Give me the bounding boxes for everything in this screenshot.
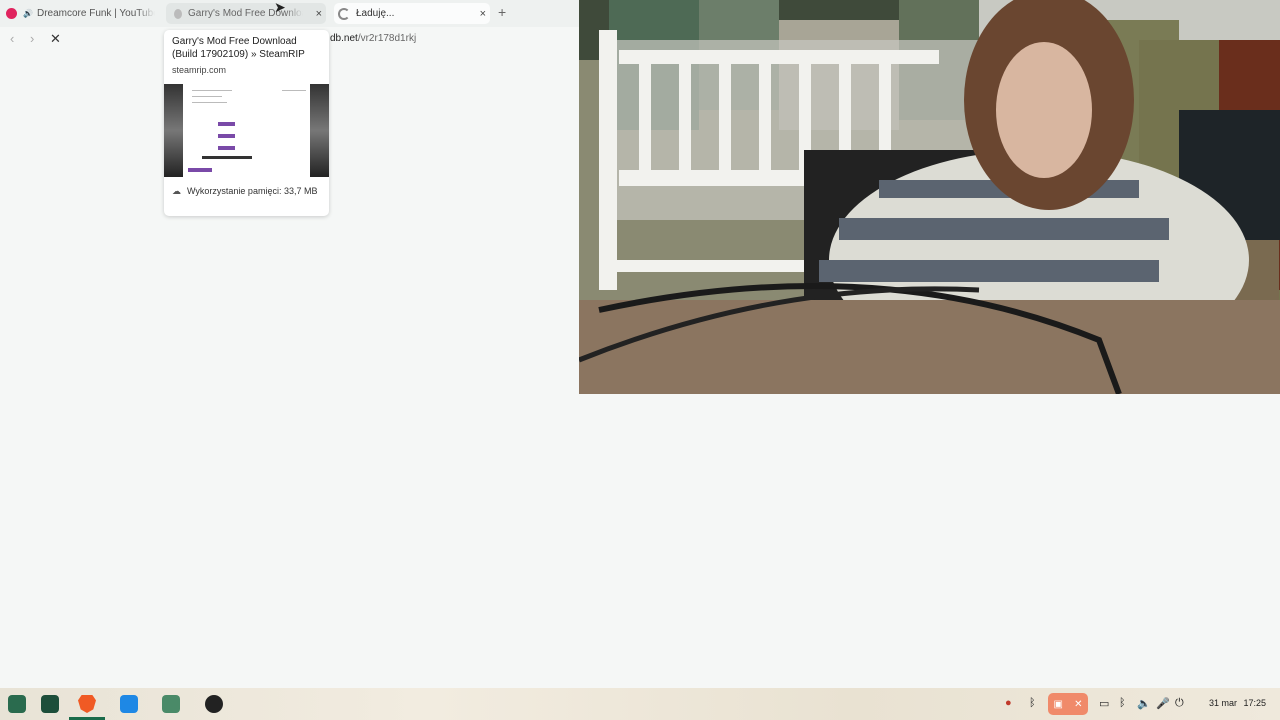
steamrip-icon	[174, 8, 182, 19]
speaker-icon: 🔊	[23, 9, 33, 18]
close-icon[interactable]: ×	[480, 8, 486, 20]
preview-thumbnail	[164, 84, 329, 177]
url-domain: db.net	[330, 33, 358, 44]
webcam-feed-image	[579, 0, 1280, 394]
preview-title: Garry's Mod Free Download (Build 1790210…	[172, 36, 305, 60]
back-icon[interactable]: ‹	[10, 31, 14, 46]
webcam-overlay	[579, 0, 1280, 394]
close-icon[interactable]: ×	[316, 8, 322, 20]
display-tray-icon[interactable]: ▭	[1099, 697, 1109, 710]
microphone-icon[interactable]: 🎤	[1156, 697, 1170, 710]
obs-studio-icon[interactable]	[205, 695, 223, 713]
url-path: /vr2r178d1rkj	[357, 33, 417, 44]
memory-icon: ☁	[172, 186, 181, 196]
volume-icon[interactable]: 🔈	[1137, 697, 1151, 710]
tab-title: Ładuję...	[356, 8, 395, 19]
mouse-cursor-icon: ➤	[274, 0, 286, 15]
brave-browser-icon[interactable]	[78, 695, 96, 713]
recording-tray-icon[interactable]: ●	[1005, 697, 1012, 709]
memory-usage-text: Wykorzystanie pamięci: 33,7 MB	[187, 186, 318, 196]
tab-preview-card: Garry's Mod Free Download (Build 1790210…	[164, 30, 329, 216]
new-tab-button[interactable]: +	[498, 4, 506, 20]
tab-garrys-mod[interactable]: Garry's Mod Free Download ×	[166, 3, 326, 24]
stop-loading-icon[interactable]: ✕	[50, 31, 61, 47]
tab-title: Dreamcore Funk | YouTube	[36, 8, 155, 19]
notification-indicator[interactable]: ▣ ✕	[1048, 693, 1088, 715]
preview-domain: steamrip.com	[172, 65, 227, 75]
tab-bar: 🔊 Dreamcore Funk | YouTube Garry's Mod F…	[0, 0, 580, 27]
forward-icon[interactable]: ›	[30, 31, 34, 46]
clock[interactable]: 31 mar 17:25	[1209, 698, 1266, 708]
url-text[interactable]: db.net/vr2r178d1rkj	[330, 33, 416, 44]
power-icon[interactable]: ⏻	[1175, 697, 1184, 710]
youtube-icon	[6, 8, 17, 19]
preview-memory: ☁ Wykorzystanie pamięci: 33,7 MB	[172, 185, 322, 197]
multitasking-icon[interactable]	[41, 695, 59, 713]
software-store-icon[interactable]	[120, 695, 138, 713]
tab-dreamcore-funk[interactable]: 🔊 Dreamcore Funk | YouTube	[6, 3, 156, 24]
taskbar: ● ᛒ ▣ ✕ ▭ ᛒ 🔈 🎤 ⏻ 31 mar 17:25	[0, 688, 1280, 720]
dismiss-icon[interactable]: ✕	[1074, 699, 1082, 710]
bluetooth-tray-icon[interactable]: ᛒ	[1029, 697, 1036, 709]
tab-loading[interactable]: Ładuję... ×	[334, 3, 490, 24]
loading-spinner-icon	[338, 7, 350, 20]
clock-time: 17:25	[1243, 698, 1267, 708]
clock-date: 31 mar	[1209, 698, 1238, 708]
files-icon[interactable]	[162, 695, 180, 713]
zorin-menu-icon[interactable]	[8, 695, 26, 713]
bluetooth-icon[interactable]: ᛒ	[1119, 697, 1126, 709]
chat-icon: ▣	[1053, 698, 1063, 710]
